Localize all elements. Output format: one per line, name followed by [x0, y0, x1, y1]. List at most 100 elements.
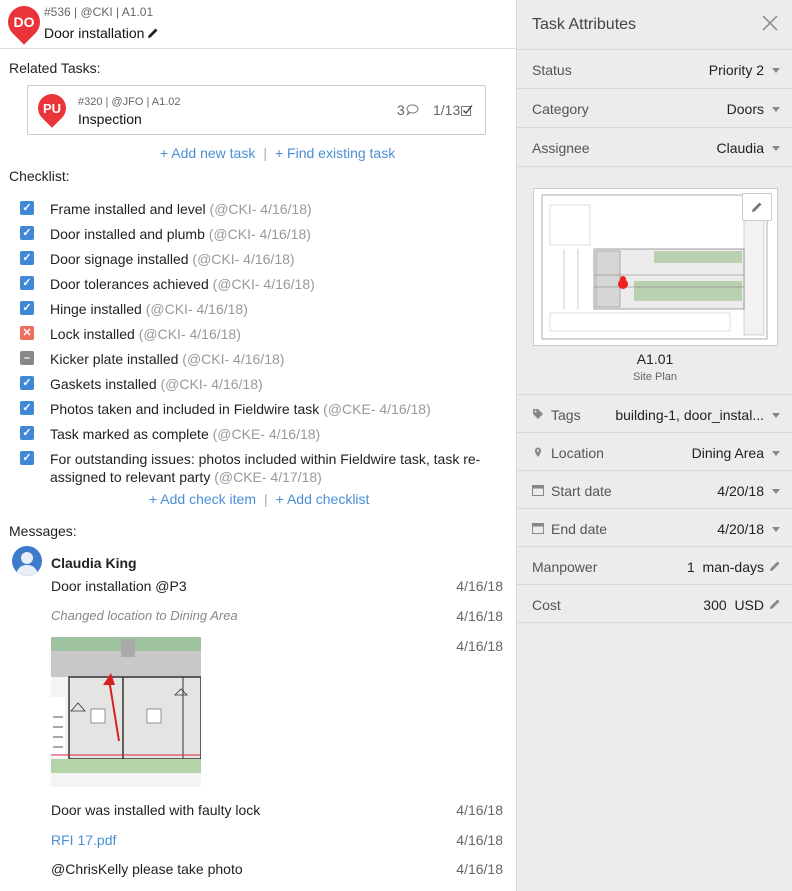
end-date-value[interactable]: 4/20/18 — [717, 521, 764, 537]
checklist-item-meta: (@CKI- 4/16/18) — [160, 376, 263, 392]
chevron-down-icon[interactable] — [772, 146, 780, 151]
location-value[interactable]: Dining Area — [692, 445, 764, 461]
status-field[interactable]: Status Priority 2 — [517, 49, 792, 88]
divider — [517, 166, 792, 167]
user-avatar-icon — [16, 552, 38, 576]
chevron-down-icon[interactable] — [772, 527, 780, 532]
checklist-item-text: Door tolerances achieved (@CKI- 4/16/18) — [50, 275, 490, 293]
checkbox-checked-icon[interactable]: ✓ — [20, 451, 34, 465]
calendar-icon — [532, 523, 544, 534]
checklist-item-meta: (@CKE- 4/17/18) — [214, 469, 322, 485]
checkbox-na-icon[interactable]: – — [20, 351, 34, 365]
chevron-down-icon[interactable] — [772, 489, 780, 494]
pencil-icon[interactable] — [769, 560, 781, 572]
checklist-item-text: Kicker plate installed (@CKI- 4/16/18) — [50, 350, 490, 368]
checkbox-failed-icon[interactable]: ✕ — [20, 326, 34, 340]
message-text: Door was installed with faulty lock — [51, 802, 261, 818]
checklist-item-meta: (@CKI- 4/16/18) — [145, 301, 248, 317]
manpower-field[interactable]: Manpower 1 man-days — [517, 546, 792, 585]
checklist-item-meta: (@CKI- 4/16/18) — [192, 251, 295, 267]
checklist-actions: + Add check item | + Add checklist — [149, 491, 369, 507]
related-checklist-progress: 1/13 — [433, 102, 473, 118]
checklist-item-text: For outstanding issues: photos included … — [50, 450, 490, 486]
checklist-item-text: Door installed and plumb (@CKI- 4/16/18) — [50, 225, 490, 243]
checklist-item-meta: (@CKI- 4/16/18) — [138, 326, 241, 342]
task-title[interactable]: Door installation — [44, 25, 159, 41]
add-check-item-link[interactable]: + Add check item — [149, 491, 256, 507]
start-date-field[interactable]: Start date 4/20/18 — [517, 470, 792, 509]
separator: | — [263, 145, 267, 161]
pencil-icon[interactable] — [147, 27, 159, 39]
add-checklist-link[interactable]: + Add checklist — [276, 491, 370, 507]
tags-value[interactable]: building-1, door_instal... — [615, 407, 764, 423]
checklist-item-text: Hinge installed (@CKI- 4/16/18) — [50, 300, 490, 318]
checklist-item-label: Kicker plate installed — [50, 351, 179, 367]
message-activity-text: Changed location to Dining Area — [51, 608, 238, 623]
category-field[interactable]: Category Doors — [517, 88, 792, 127]
task-attributes-panel: Task Attributes Status Priority 2 Catego… — [516, 0, 792, 891]
cost-value[interactable]: 300 USD — [703, 597, 764, 613]
checkbox-checked-icon[interactable]: ✓ — [20, 251, 34, 265]
attachment-link[interactable]: RFI 17.pdf — [51, 832, 116, 848]
checklist-item-label: Lock installed — [50, 326, 135, 342]
chevron-down-icon[interactable] — [772, 107, 780, 112]
category-label: Category — [532, 101, 589, 117]
manpower-unit: man-days — [702, 559, 764, 575]
chevron-down-icon[interactable] — [772, 68, 780, 73]
checkbox-checked-icon[interactable]: ✓ — [20, 401, 34, 415]
checklist-item-meta: (@CKI- 4/16/18) — [209, 201, 312, 217]
pencil-icon[interactable] — [769, 598, 781, 610]
avatar — [12, 546, 42, 576]
cost-field[interactable]: Cost 300 USD — [517, 584, 792, 623]
location-label: Location — [551, 445, 604, 461]
related-task-card[interactable]: PU #320 | @JFO | A1.02 Inspection 3 1/13 — [27, 85, 486, 135]
checklist-item-meta: (@CKI- 4/16/18) — [208, 226, 311, 242]
checkbox-checked-icon[interactable]: ✓ — [20, 376, 34, 390]
checklist-progress-text: 1/13 — [433, 102, 461, 118]
assignee-field[interactable]: Assignee Claudia — [517, 127, 792, 166]
chevron-down-icon[interactable] — [772, 413, 780, 418]
location-field[interactable]: Location Dining Area — [517, 432, 792, 471]
add-new-task-link[interactable]: + Add new task — [160, 145, 255, 161]
checklist-item-text: Photos taken and included in Fieldwire t… — [50, 400, 490, 418]
task-title-text[interactable]: Door installation — [44, 25, 144, 41]
comment-count-text: 3 — [397, 102, 405, 118]
checkbox-checked-icon[interactable]: ✓ — [20, 276, 34, 290]
related-comment-count: 3 — [397, 102, 419, 118]
message-photo[interactable] — [51, 637, 201, 787]
cost-label: Cost — [532, 597, 561, 613]
message-date: 4/16/18 — [456, 578, 503, 594]
find-existing-task-link[interactable]: + Find existing task — [275, 145, 395, 161]
assignee-value[interactable]: Claudia — [717, 140, 764, 156]
comment-icon — [406, 104, 419, 116]
task-header: DO #536 | @CKI | A1.01 Door installation — [0, 0, 516, 49]
task-detail-panel: DO #536 | @CKI | A1.01 Door installation… — [0, 0, 516, 891]
edit-plan-button[interactable] — [742, 193, 772, 221]
checkbox-checked-icon[interactable]: ✓ — [20, 301, 34, 315]
task-meta: #536 | @CKI | A1.01 — [44, 5, 154, 19]
end-date-field[interactable]: End date 4/20/18 — [517, 508, 792, 547]
checklist-item-meta: (@CKI- 4/16/18) — [212, 276, 315, 292]
message-date: 4/16/18 — [456, 832, 503, 848]
checkbox-checked-icon[interactable]: ✓ — [20, 201, 34, 215]
pencil-icon — [752, 202, 762, 212]
manpower-number[interactable]: 1 — [687, 559, 695, 575]
start-date-value[interactable]: 4/20/18 — [717, 483, 764, 499]
floor-plan-photo — [51, 637, 201, 787]
checklist-item-meta: (@CKE- 4/16/18) — [212, 426, 321, 442]
checkbox-checked-icon[interactable]: ✓ — [20, 226, 34, 240]
chevron-down-icon[interactable] — [772, 451, 780, 456]
message-text: Door installation @P3 — [51, 578, 187, 594]
plan-thumbnail[interactable] — [533, 188, 778, 346]
checkbox-checked-icon[interactable]: ✓ — [20, 426, 34, 440]
site-plan-image — [534, 189, 777, 345]
tags-field[interactable]: Tags building-1, door_instal... — [517, 394, 792, 433]
checklist-item-text: Lock installed (@CKI- 4/16/18) — [50, 325, 490, 343]
close-icon[interactable] — [761, 14, 779, 32]
related-tasks-label: Related Tasks: — [9, 60, 101, 76]
plan-name: A1.01 — [636, 351, 674, 367]
status-value[interactable]: Priority 2 — [709, 62, 764, 78]
cost-number[interactable]: 300 — [703, 597, 726, 613]
manpower-value[interactable]: 1 man-days — [687, 559, 764, 575]
category-value[interactable]: Doors — [727, 101, 764, 117]
